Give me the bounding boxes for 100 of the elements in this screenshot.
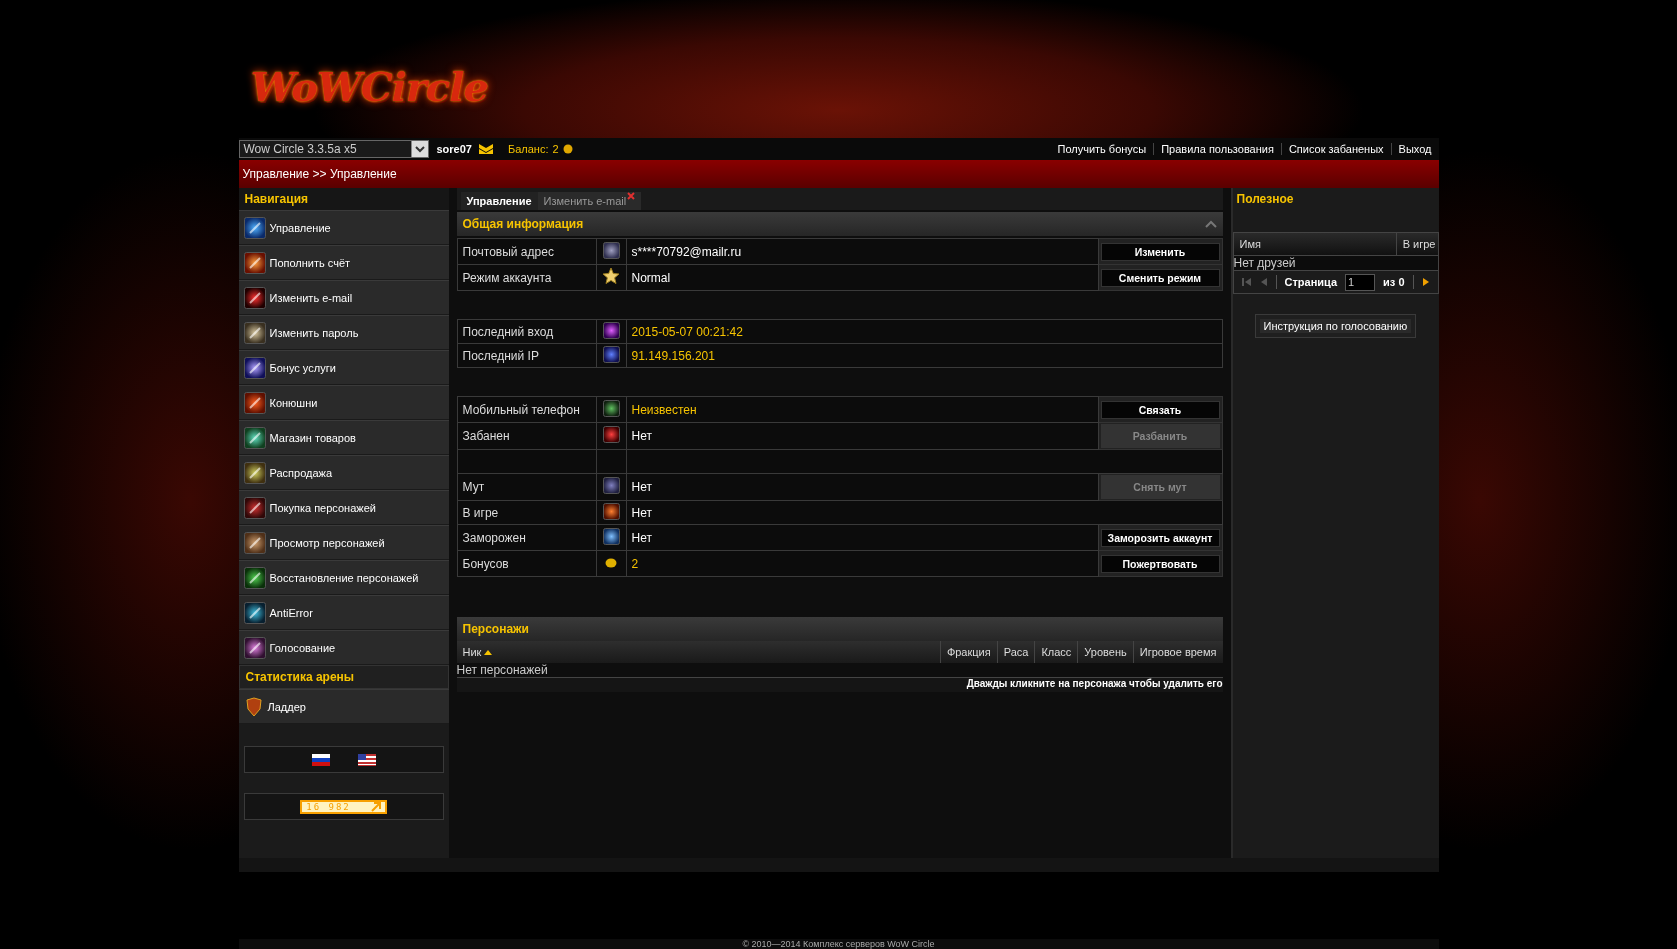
emblem-icon [602, 502, 620, 520]
emblem-icon [243, 566, 266, 589]
chevron-down-icon [410, 141, 428, 157]
nav-item[interactable]: Управление [238, 210, 449, 245]
field-label: Бонусов [462, 556, 509, 571]
site-logo[interactable]: WoWCircle [250, 63, 488, 110]
close-icon[interactable] [627, 192, 636, 200]
next-page-icon [1421, 277, 1430, 287]
emblem-icon [243, 356, 266, 379]
field-value: 2015-05-07 00:21:42 [631, 324, 743, 339]
field-value: Нет [631, 530, 652, 545]
action-button[interactable]: Сменить режим [1100, 268, 1220, 287]
tab[interactable]: Управление [460, 192, 538, 210]
emblem-icon [602, 345, 620, 363]
emblem-icon [243, 531, 266, 554]
action-button[interactable]: Пожертвовать [1100, 554, 1220, 573]
emblem-icon [602, 399, 620, 417]
column-header[interactable]: В игре [1395, 233, 1438, 255]
emblem-icon [602, 477, 620, 494]
server-select[interactable]: Wow Circle 3.3.5a x5 [238, 140, 429, 158]
empty-message: Нет друзей [1232, 256, 1439, 271]
nav-item[interactable]: Конюшни [238, 385, 449, 420]
balance-value: 2 [552, 143, 559, 155]
navigation-title: Навигация [238, 188, 449, 210]
field-value: Нет [631, 429, 652, 443]
copyright-text: © 2010—2014 Комплекс серверов WoW Circle [742, 939, 935, 949]
field-label: В игре [462, 505, 499, 520]
nav-item[interactable]: Ладдер [238, 689, 449, 724]
shield-icon [243, 696, 264, 717]
emblem-icon [243, 496, 266, 519]
field-value: 2 [631, 556, 639, 571]
section-title: Общая информация [462, 217, 584, 231]
nav-item[interactable]: Просмотр персонажей [238, 525, 449, 560]
breadcrumb: Управление >> Управление [242, 167, 397, 181]
nav-item[interactable]: Пополнить счёт [238, 245, 449, 280]
column-header[interactable]: Ник [456, 641, 940, 663]
field-label: Забанен [462, 429, 510, 443]
arrow-icon [370, 801, 381, 812]
emblem-icon [602, 321, 620, 339]
coin-icon [562, 144, 573, 154]
voting-guide-button[interactable]: Инструкция по голосованию [1254, 314, 1417, 338]
section-title: Персонажи [462, 622, 529, 636]
arena-title: Статистика арены [238, 665, 449, 689]
field-label: Последний вход [462, 324, 554, 339]
coin-icon [605, 557, 617, 568]
top-link[interactable]: Список забаненых [1280, 143, 1391, 155]
emblem-icon [243, 286, 266, 309]
action-button[interactable]: Изменить [1100, 242, 1220, 261]
field-label: Режим аккаунта [462, 270, 552, 285]
column-header[interactable]: Фракция [939, 641, 997, 663]
top-link[interactable]: Выход [1390, 143, 1439, 155]
tab[interactable]: Изменить e-mail [537, 192, 642, 210]
column-header[interactable]: Игровое время [1132, 641, 1223, 663]
page-input[interactable]: 1 [1345, 273, 1376, 291]
empty-message: Нет персонажей [456, 663, 548, 677]
field-value: 91.149.156.201 [631, 348, 715, 363]
collapse-icon [1204, 220, 1217, 228]
field-label: Мобильный телефон [462, 402, 580, 417]
nav-item[interactable]: AntiError [238, 595, 449, 630]
emblem-icon [602, 241, 620, 259]
emblem-icon [243, 601, 266, 624]
nav-item[interactable]: Изменить e-mail [238, 280, 449, 315]
action-button[interactable]: Заморозить аккаунт [1100, 528, 1220, 547]
emblem-icon [243, 426, 266, 449]
top-link[interactable]: Получить бонусы [1050, 143, 1154, 155]
nav-item[interactable]: Магазин товаров [238, 420, 449, 455]
previous-page-icon [1259, 277, 1268, 287]
first-page-icon [1241, 277, 1252, 287]
star-icon [602, 267, 620, 285]
russian-flag-icon [311, 753, 330, 766]
nav-item[interactable]: Распродажа [238, 455, 449, 490]
field-label: Заморожен [462, 530, 526, 545]
emblem-icon [602, 527, 620, 545]
nav-item[interactable]: Бонус услуги [238, 350, 449, 385]
column-header[interactable]: Имя [1233, 233, 1396, 255]
balance-label: Баланс: [508, 143, 549, 155]
emblem-icon [602, 426, 620, 443]
hint-text: Дважды кликните на персонажа чтобы удалить его [966, 678, 1223, 691]
field-value: s****70792@mailr.ru [631, 244, 742, 259]
emblem-icon [243, 321, 266, 344]
emblem-icon [243, 216, 266, 239]
field-label: Почтовый адрес [462, 244, 554, 259]
field-value: Неизвестен [631, 402, 697, 417]
nav-item[interactable]: Покупка персонажей [238, 490, 449, 525]
column-header[interactable]: Класс [1034, 641, 1078, 663]
field-label: Мут [462, 480, 485, 494]
top-link[interactable]: Правила пользования [1153, 143, 1281, 155]
emblem-icon [243, 636, 266, 659]
rank-icon [478, 143, 494, 155]
page-label: Страница [1284, 276, 1338, 288]
action-button[interactable]: Связать [1100, 400, 1220, 419]
username: sore07 [436, 143, 472, 155]
column-header[interactable]: Уровень [1077, 641, 1133, 663]
us-flag-icon [357, 753, 376, 766]
field-value: Нет [631, 480, 652, 494]
nav-item[interactable]: Изменить пароль [238, 315, 449, 350]
nav-item[interactable]: Восстановление персонажей [238, 560, 449, 595]
panel-title: Полезное [1235, 191, 1295, 208]
nav-item[interactable]: Голосование [238, 630, 449, 665]
column-header[interactable]: Раса [996, 641, 1035, 663]
